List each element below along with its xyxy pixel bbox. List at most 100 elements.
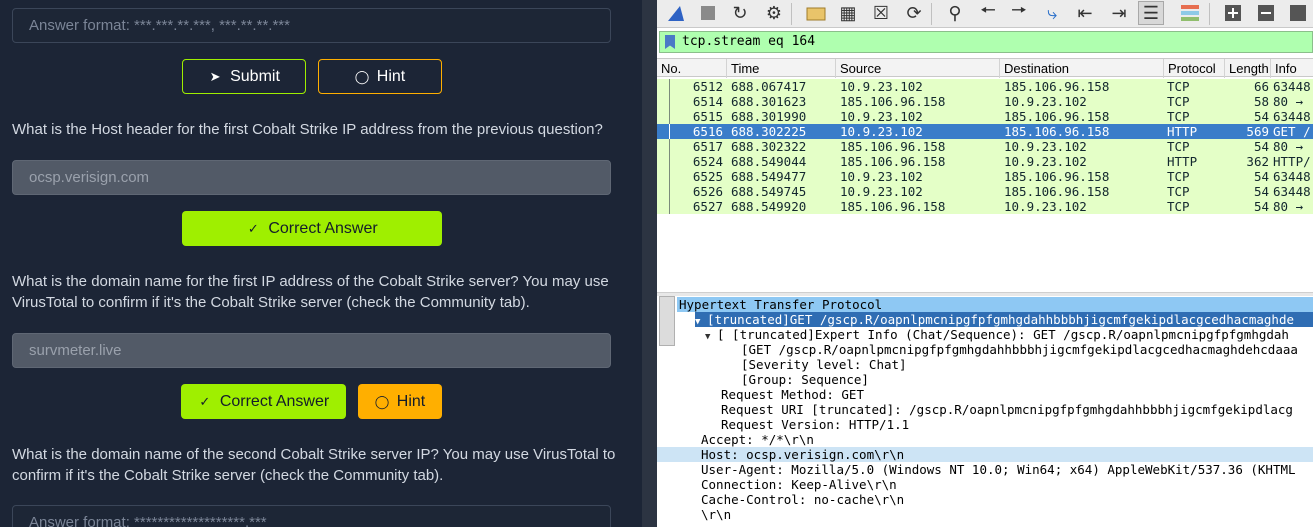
expand-arrow-icon[interactable]: ▼ <box>705 330 717 345</box>
packet-row[interactable]: 6527 688.549920 185.106.96.158 10.9.23.102 T… <box>657 199 1313 214</box>
packet-cell-proto: TCP <box>1167 184 1190 199</box>
submit-label: Submit <box>230 67 280 85</box>
packet-row[interactable]: 6525 688.549477 10.9.23.102 185.106.96.158 T… <box>657 169 1313 184</box>
reload-file-icon[interactable]: ⟳ <box>901 1 927 25</box>
column-header-destination[interactable]: Destination <box>1000 59 1164 78</box>
packet-cell-dst: 10.9.23.102 <box>1004 139 1087 154</box>
quiz-panel: Answer format: ***.***.**.***, ***.**.**… <box>0 0 642 527</box>
detail-connection[interactable]: Connection: Keep-Alive\r\n <box>701 477 897 492</box>
column-header-length[interactable]: Length <box>1225 59 1271 78</box>
answer-input-second-domain[interactable]: Answer format: *******************.*** <box>12 505 611 527</box>
colorize-icon[interactable] <box>1177 1 1203 25</box>
column-header-info[interactable]: Info <box>1271 59 1313 78</box>
stop-capture-icon[interactable] <box>695 1 721 25</box>
detail-http-protocol[interactable]: Hypertext Transfer Protocol <box>677 297 1313 312</box>
detail-crlf[interactable]: \r\n <box>701 507 731 522</box>
packet-cell-proto: TCP <box>1167 79 1190 94</box>
packet-cell-dst: 10.9.23.102 <box>1004 199 1087 214</box>
packet-row[interactable]: 6517 688.302322 185.106.96.158 10.9.23.102 T… <box>657 139 1313 154</box>
packet-row[interactable]: 6524 688.549044 185.106.96.158 10.9.23.102 H… <box>657 154 1313 169</box>
question-host-header: What is the Host header for the first Co… <box>12 121 603 138</box>
packet-row[interactable]: 6516 688.302225 10.9.23.102 185.106.96.158 H… <box>657 124 1313 139</box>
packet-cell-proto: HTTP <box>1167 124 1198 139</box>
go-back-arrow-icon[interactable]: 🠔 <box>975 0 1001 25</box>
capture-options-gear-icon[interactable]: ⚙ <box>761 1 787 25</box>
column-header-time[interactable]: Time <box>727 59 836 78</box>
zoom-out-icon[interactable] <box>1253 1 1279 25</box>
detail-request-version[interactable]: Request Version: HTTP/1.1 <box>721 417 909 432</box>
packet-cell-proto: TCP <box>1167 139 1190 154</box>
hint-label-2: Hint <box>396 392 426 410</box>
packet-cell-no: 6516 <box>692 124 723 139</box>
packet-cell-info: 80 → <box>1273 94 1304 109</box>
detail-host-header[interactable]: Host: ocsp.verisign.com\r\n <box>657 447 1313 462</box>
lightbulb-icon: ◯ <box>374 393 390 409</box>
detail-request-line[interactable]: ▼ [truncated]GET /gscp.R/oapnlpmcnipgfpfg… <box>695 312 1313 327</box>
bookmark-icon[interactable] <box>665 35 675 49</box>
packet-cell-info: 80 → <box>1273 199 1304 214</box>
packet-row[interactable]: 6514 688.301623 185.106.96.158 10.9.23.102 T… <box>657 94 1313 109</box>
packet-cell-proto: TCP <box>1167 109 1190 124</box>
packet-cell-len: 362 <box>1246 154 1269 169</box>
normal-size-icon[interactable] <box>1285 1 1311 25</box>
column-header-protocol[interactable]: Protocol <box>1164 59 1225 78</box>
display-filter-text: tcp.stream eq 164 <box>682 34 816 49</box>
wireshark-window: ↻ ⚙ ▦ ☒ ⟳ ⚲ 🠔 🠖 ⤷ ⇤ ⇥ ☰ tcp.stream eq 16… <box>657 0 1313 527</box>
answer-input-ip-list[interactable]: Answer format: ***.***.**.***, ***.**.**… <box>12 8 611 43</box>
last-packet-icon[interactable]: ⇥ <box>1106 1 1132 25</box>
detail-severity[interactable]: [Severity level: Chat] <box>741 357 907 372</box>
packet-cell-dst: 10.9.23.102 <box>1004 154 1087 169</box>
open-file-icon[interactable] <box>803 1 829 25</box>
packet-cell-time: 688.301623 <box>731 94 807 109</box>
packet-cell-info: 63448 <box>1273 79 1311 94</box>
hint-button[interactable]: ◯ Hint <box>318 59 442 94</box>
close-file-icon[interactable]: ☒ <box>868 1 894 25</box>
first-packet-icon[interactable]: ⇤ <box>1072 1 1098 25</box>
packet-cell-src: 10.9.23.102 <box>840 109 923 124</box>
packet-cell-len: 58 <box>1253 94 1269 109</box>
toolbar-separator <box>931 3 932 25</box>
check-icon: ✓ <box>199 393 211 409</box>
packet-cell-dst: 185.106.96.158 <box>1004 109 1110 124</box>
detail-request-uri[interactable]: Request URI [truncated]: /gscp.R/oapnlpm… <box>721 402 1293 417</box>
column-header-source[interactable]: Source <box>836 59 1000 78</box>
packet-row[interactable]: 6526 688.549745 10.9.23.102 185.106.96.158 T… <box>657 184 1313 199</box>
restart-capture-icon[interactable]: ↻ <box>727 1 753 25</box>
submit-button[interactable]: ➤ Submit <box>182 59 306 94</box>
detail-expert-get[interactable]: [GET /gscp.R/oapnlpmcnipgfpfgmhgdahhbbbh… <box>741 342 1298 357</box>
packet-cell-time: 688.549477 <box>731 169 807 184</box>
go-to-packet-icon[interactable]: ⤷ <box>1039 1 1065 25</box>
shark-fin-start-icon[interactable] <box>663 1 689 25</box>
detail-cache-control[interactable]: Cache-Control: no-cache\r\n <box>701 492 904 507</box>
display-filter-input[interactable]: tcp.stream eq 164 <box>659 31 1313 53</box>
autoscroll-icon[interactable]: ☰ <box>1138 1 1164 25</box>
packet-row[interactable]: 6515 688.301990 10.9.23.102 185.106.96.158 T… <box>657 109 1313 124</box>
hint-button-2[interactable]: ◯ Hint <box>358 384 442 419</box>
detail-expert-info[interactable]: ▼[ [truncated]Expert Info (Chat/Sequence… <box>705 327 1289 342</box>
check-icon: ✓ <box>247 220 259 236</box>
save-file-icon[interactable]: ▦ <box>835 1 861 25</box>
column-header-no[interactable]: No. <box>657 59 727 78</box>
detail-group[interactable]: [Group: Sequence] <box>741 372 869 387</box>
packet-cell-proto: TCP <box>1167 94 1190 109</box>
packet-row[interactable]: 6512 688.067417 10.9.23.102 185.106.96.158 T… <box>657 79 1313 94</box>
packet-cell-src: 185.106.96.158 <box>840 94 946 109</box>
detail-request-method[interactable]: Request Method: GET <box>721 387 864 402</box>
correct-answer-label: Correct Answer <box>268 219 378 237</box>
packet-cell-src: 10.9.23.102 <box>840 79 923 94</box>
packet-cell-no: 6525 <box>692 169 723 184</box>
packet-cell-dst: 185.106.96.158 <box>1004 184 1110 199</box>
find-packet-icon[interactable]: ⚲ <box>942 1 968 25</box>
detail-accept[interactable]: Accept: */*\r\n <box>701 432 814 447</box>
details-side-handle[interactable] <box>659 296 675 346</box>
detail-user-agent[interactable]: User-Agent: Mozilla/5.0 (Windows NT 10.0… <box>701 462 1296 477</box>
packet-cell-time: 688.301990 <box>731 109 807 124</box>
packet-cell-len: 54 <box>1253 184 1269 199</box>
packet-cell-no: 6515 <box>692 109 723 124</box>
packet-cell-time: 688.067417 <box>731 79 807 94</box>
packet-cell-dst: 185.106.96.158 <box>1004 124 1110 139</box>
hint-label: Hint <box>376 67 406 85</box>
go-forward-arrow-icon[interactable]: 🠖 <box>1006 0 1032 25</box>
paper-plane-icon: ➤ <box>209 68 221 84</box>
zoom-in-icon[interactable] <box>1220 1 1246 25</box>
